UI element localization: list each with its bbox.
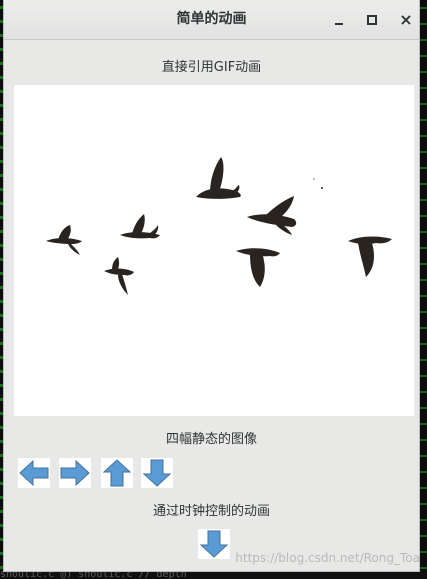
titlebar[interactable]: 简单的动画 × [4, 0, 419, 40]
arrow-up-icon [102, 459, 132, 487]
left-arrow-image[interactable] [18, 458, 50, 488]
bird-icon [104, 257, 134, 295]
maximize-icon [367, 15, 377, 25]
background-terminal-bottom: shoulic.c @) shoulic.c // depth [0, 570, 427, 579]
up-arrow-image[interactable] [101, 458, 133, 488]
static-images-caption: 四幅静态的图像 [165, 432, 257, 447]
maximize-button[interactable] [362, 10, 382, 30]
close-icon: × [399, 10, 413, 29]
right-arrow-image[interactable] [59, 458, 91, 488]
arrow-down-icon [142, 459, 172, 487]
arrow-right-icon [60, 459, 90, 487]
close-button[interactable]: × [396, 10, 416, 30]
app-window: 简单的动画 × 直接引用GIF动画 四幅静态的图像 通过时钟控制的动画 [4, 0, 419, 571]
bird-icon [196, 157, 241, 199]
arrow-left-icon [19, 459, 49, 487]
timer-animation-caption: 通过时钟控制的动画 [152, 504, 270, 519]
minimize-icon [335, 23, 343, 25]
bird-icon [247, 196, 297, 235]
down-arrow-image[interactable] [141, 458, 173, 488]
background-terminal-right [419, 0, 427, 579]
minimize-button[interactable] [329, 10, 349, 30]
bird-icon [46, 225, 82, 255]
bird-icon [120, 214, 160, 239]
bird-icon [348, 236, 392, 277]
gif-caption: 直接引用GIF动画 [161, 60, 262, 75]
birds-illustration [46, 157, 392, 295]
window-title: 简单的动画 [176, 11, 247, 27]
watermark: https://blog.csdn.net/Rong_Toa [235, 551, 420, 565]
bird-icon [236, 248, 280, 287]
gif-animation-image [14, 85, 414, 416]
